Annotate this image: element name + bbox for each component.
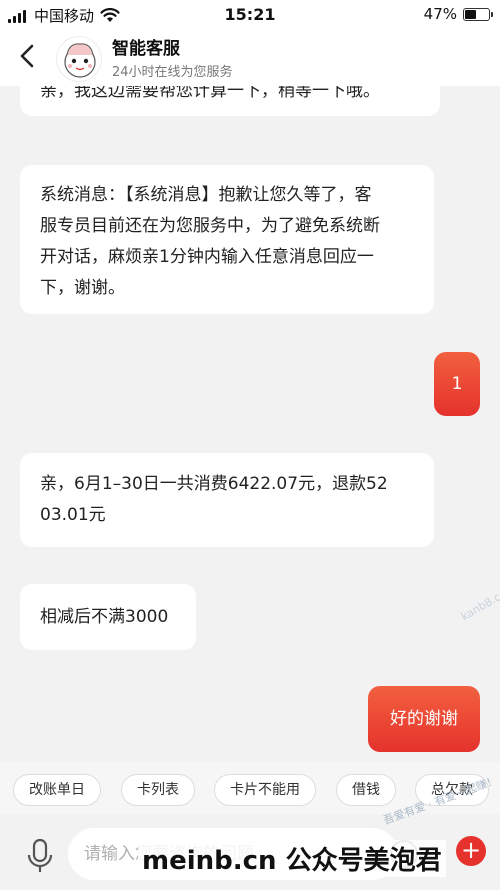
message-bubble-agent: 系统消息：【系统消息】抱歉让您久等了，客 服专员目前还在为您服务中，为了避免系统… (20, 165, 434, 314)
message-line: 开对话，麻烦亲1分钟内输入任意消息回应一 (40, 247, 374, 267)
message-bubble-agent: 亲，我这边需要帮您计算一下，稍等一下哦。 (20, 86, 440, 116)
message-text: 亲，我这边需要帮您计算一下，稍等一下哦。 (40, 86, 380, 101)
message-bubble-agent: 亲，6月1–30日一共消费6422.07元，退款52 03.01元 (20, 453, 434, 547)
quick-reply-chip[interactable]: 借钱 (336, 774, 396, 806)
page-subtitle: 24小时在线为您服务 (112, 65, 233, 80)
message-line: 系统消息：【系统消息】抱歉让您久等了，客 (40, 185, 372, 205)
plus-button[interactable]: + (456, 836, 486, 866)
battery-percent: 47% (423, 5, 457, 23)
avatar[interactable] (56, 36, 102, 82)
quick-reply-chip[interactable]: 卡片不能用 (214, 774, 316, 806)
message-line: 服专员目前还在为您服务中，为了避免系统断 (40, 216, 380, 236)
nav-bar: 智能客服 24小时在线为您服务 (0, 30, 500, 86)
status-right: 47% (423, 5, 493, 23)
page-title: 智能客服 (112, 39, 180, 59)
status-bar: 中国移动 15:21 47% (0, 0, 500, 30)
message-bubble-user: 1 (434, 352, 480, 416)
message-bubble-user: 好的谢谢 (368, 686, 480, 752)
watermark-text: meinb.cn 公众号美泡君 (138, 840, 446, 877)
message-bubble-agent: 相减后不满3000 (20, 584, 196, 650)
microphone-icon[interactable] (22, 836, 58, 876)
message-line: 03.01元 (40, 505, 106, 525)
message-text: 好的谢谢 (390, 709, 458, 729)
battery-icon (463, 7, 493, 21)
message-text: 1 (451, 374, 463, 394)
quick-reply-chip[interactable]: 改账单日 (13, 774, 101, 806)
quick-reply-chip[interactable]: 卡列表 (121, 774, 195, 806)
message-text: 相减后不满3000 (40, 607, 169, 627)
message-line: 下，谢谢。 (40, 278, 125, 298)
robot-mascot-icon (64, 43, 96, 78)
message-line: 亲，6月1–30日一共消费6422.07元，退款52 (40, 474, 388, 494)
chat-area[interactable]: 亲，我这边需要帮您计算一下，稍等一下哦。 系统消息：【系统消息】抱歉让您久等了，… (0, 86, 500, 762)
back-icon[interactable] (12, 40, 44, 72)
